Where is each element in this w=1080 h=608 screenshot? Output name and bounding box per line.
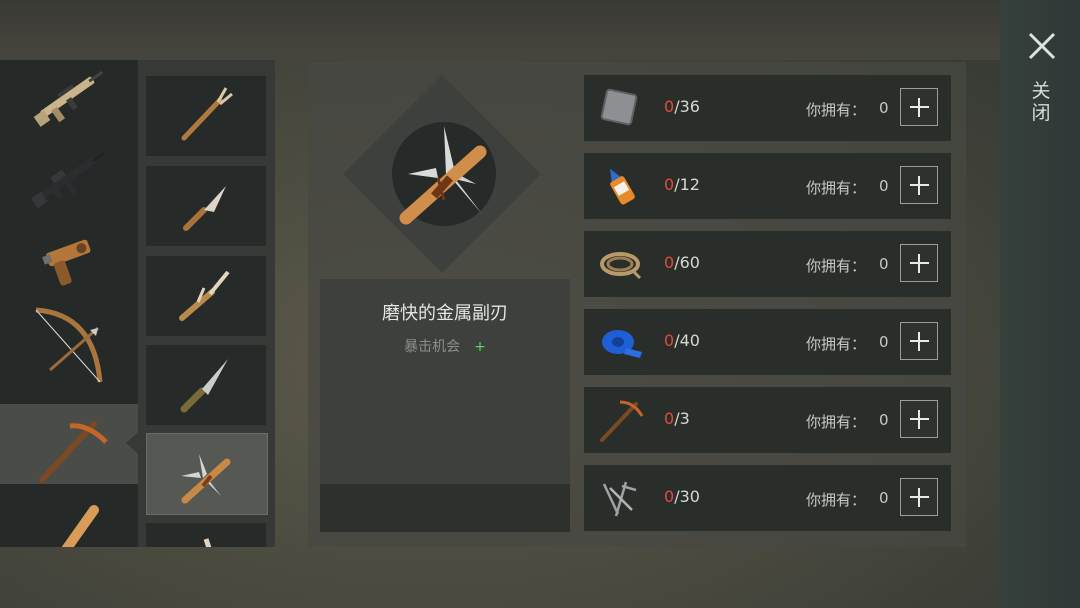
pickaxe-icon	[39, 421, 108, 483]
add-button[interactable]	[900, 400, 938, 438]
requirement-row: 0/12 你拥有： 0	[584, 153, 951, 219]
category-bat[interactable]	[0, 484, 138, 547]
owned-value: 0	[879, 99, 889, 117]
item-bone-knife[interactable]	[146, 166, 266, 246]
bow-icon	[35, 307, 103, 383]
owned-value: 0	[879, 177, 889, 195]
requirement-row: 0/30 你拥有： 0	[584, 465, 951, 531]
item-list	[138, 60, 275, 547]
item-combat-knife[interactable]	[146, 345, 266, 425]
item-info-footer	[320, 484, 570, 532]
stat-plus: +	[474, 339, 486, 355]
category-bow[interactable]	[0, 300, 138, 383]
item-bone-club[interactable]	[146, 523, 266, 547]
bone-club-icon	[203, 538, 212, 547]
metal-plate-icon	[600, 88, 638, 126]
bat-icon	[61, 505, 99, 547]
bone-knife-icon	[183, 186, 226, 231]
owned-value: 0	[879, 411, 889, 429]
owned-value: 0	[879, 255, 889, 273]
glue-icon	[610, 168, 635, 205]
selection-arrow	[126, 432, 138, 454]
close-button[interactable]	[1022, 28, 1060, 66]
metal-blade-large-icon	[399, 126, 487, 225]
add-button[interactable]	[900, 244, 938, 282]
requirement-count: 0/36	[664, 97, 700, 116]
stat-label: 暴击机会	[404, 339, 461, 355]
add-button[interactable]	[900, 166, 938, 204]
category-list	[0, 60, 138, 547]
bone-spear-icon	[181, 87, 233, 141]
item-title: 磨快的金属副刃	[382, 303, 508, 324]
requirement-count: 0/40	[664, 331, 700, 350]
top-band	[0, 0, 1080, 60]
owned-label: 你拥有：	[806, 491, 867, 509]
requirement-row: 0/3 你拥有： 0	[584, 387, 951, 453]
requirement-row: 0/36 你拥有： 0	[584, 75, 951, 141]
item-bone-shiv[interactable]	[146, 256, 266, 336]
requirement-row: 0/60 你拥有： 0	[584, 231, 951, 297]
requirement-count: 0/12	[664, 175, 700, 194]
m16-rifle-icon	[30, 151, 105, 209]
category-pickaxe[interactable]	[0, 404, 138, 484]
add-button[interactable]	[900, 322, 938, 360]
close-label[interactable]: 关闭	[1030, 80, 1052, 124]
combat-knife-icon	[180, 359, 228, 413]
tape-icon	[602, 330, 642, 358]
owned-label: 你拥有：	[806, 413, 867, 431]
flare-pistol-icon	[42, 239, 91, 286]
owned-value: 0	[879, 489, 889, 507]
add-button[interactable]	[900, 88, 938, 126]
owned-value: 0	[879, 333, 889, 351]
metal-blade-icon	[181, 454, 231, 504]
owned-label: 你拥有：	[806, 101, 867, 119]
item-stat: 暴击机会 +	[320, 336, 570, 356]
bone-shiv-icon	[179, 270, 230, 321]
requirement-count: 0/60	[664, 253, 700, 272]
owned-label: 你拥有：	[806, 179, 867, 197]
pickaxe-blueprint-icon	[600, 400, 644, 442]
item-metal-blade[interactable]	[146, 433, 268, 515]
requirement-row: 0/40 你拥有： 0	[584, 309, 951, 375]
scar-rifle-icon	[33, 70, 104, 127]
category-flare-pistol[interactable]	[0, 218, 138, 298]
nails-icon	[602, 481, 637, 517]
rope-icon	[600, 252, 642, 280]
category-m16-rifle[interactable]	[0, 138, 138, 218]
requirement-count: 0/30	[664, 487, 700, 506]
close-icon	[1028, 32, 1056, 60]
requirement-count: 0/3	[664, 409, 690, 428]
item-bone-spear[interactable]	[146, 76, 266, 156]
category-scar-rifle[interactable]	[0, 60, 138, 136]
add-button[interactable]	[900, 478, 938, 516]
owned-label: 你拥有：	[806, 335, 867, 353]
owned-label: 你拥有：	[806, 257, 867, 275]
